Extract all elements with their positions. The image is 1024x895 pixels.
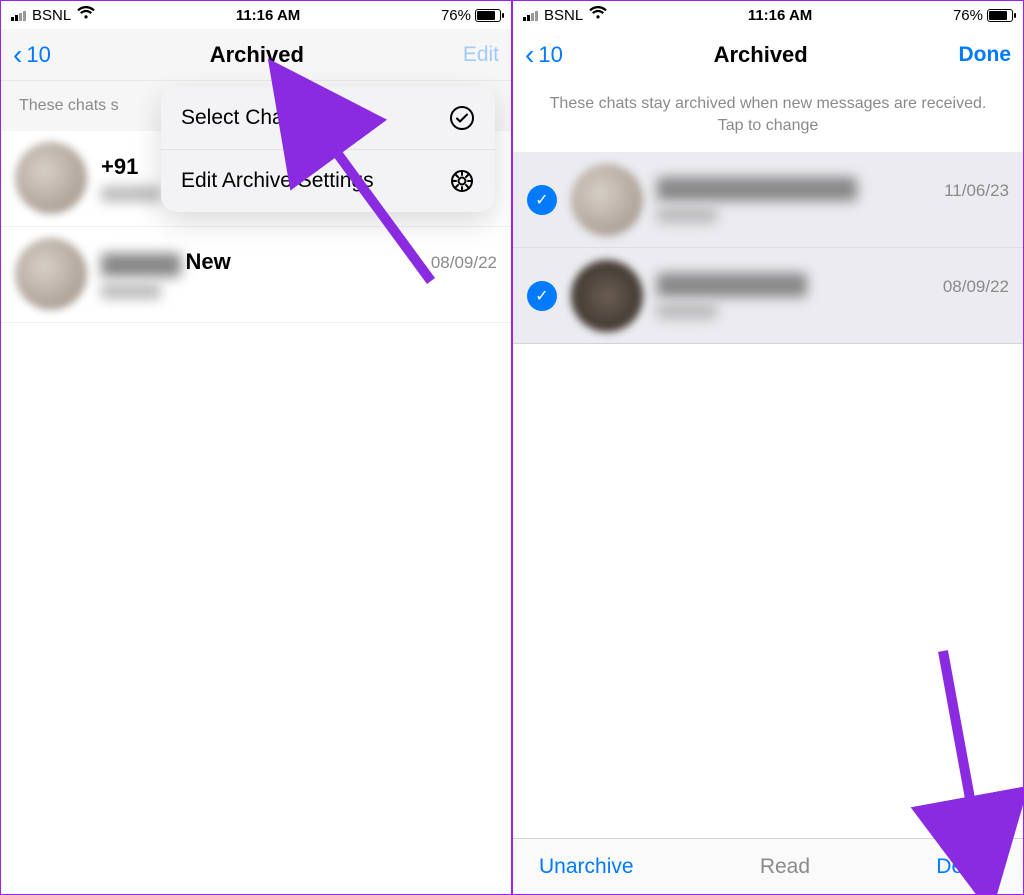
read-button[interactable]: Read [760,855,810,879]
selection-check-icon[interactable]: ✓ [527,281,557,311]
battery-icon [475,9,501,22]
chat-row[interactable]: ✓ 11/06/23 [513,152,1023,248]
phone-left: BSNL 11:16 AM 76% ‹ 10 Archived Edit [0,0,512,895]
status-time: 11:16 AM [748,7,812,24]
battery-icon [987,9,1013,22]
menu-item-label: Edit Archive Settings [181,169,374,193]
selection-check-icon[interactable]: ✓ [527,185,557,215]
status-bar: BSNL 11:16 AM 76% [1,1,511,29]
battery-pct: 76% [953,7,983,24]
back-button[interactable]: ‹ 10 [525,41,563,69]
avatar [571,260,643,332]
page-title: Archived [714,42,808,68]
chat-date: 11/06/23 [944,181,1009,201]
chat-preview [657,303,717,319]
chat-preview [657,207,717,223]
avatar [15,142,87,214]
archive-info-text[interactable]: These chats stay archived when new messa… [513,81,1023,152]
edit-button[interactable]: Edit [463,43,499,67]
nav-bar: ‹ 10 Archived Done [513,29,1023,81]
phone-right: BSNL 11:16 AM 76% ‹ 10 Archived Done [512,0,1024,895]
battery-pct: 76% [441,7,471,24]
menu-item-label: Select Chats [181,106,300,130]
chat-row[interactable]: ✓ 08/09/22 [513,248,1023,344]
back-count: 10 [26,42,50,68]
signal-bars-icon [523,9,538,21]
avatar [15,238,87,310]
chat-name-blurred [101,253,181,277]
chat-date: 08/09/22 [943,277,1009,297]
chat-name-blurred [657,273,807,297]
chat-name-blurred [657,177,857,201]
carrier-label: BSNL [32,7,71,24]
chevron-left-icon: ‹ [525,41,534,69]
menu-edit-archive-settings[interactable]: Edit Archive Settings [161,150,495,212]
chat-row[interactable]: New 08/09/22 [1,227,511,323]
dual-phone-canvas: BSNL 11:16 AM 76% ‹ 10 Archived Edit [0,0,1024,895]
chat-preview [101,186,161,202]
wifi-icon [589,6,607,24]
status-time: 11:16 AM [236,7,300,24]
selection-toolbar: Unarchive Read Delete [513,838,1023,894]
done-button[interactable]: Done [959,43,1012,67]
delete-button[interactable]: Delete [936,855,997,879]
unarchive-button[interactable]: Unarchive [539,855,634,879]
chat-name: +91 [101,154,138,180]
chat-preview [101,283,161,299]
wifi-icon [77,6,95,24]
page-title: Archived [210,42,304,68]
nav-bar: ‹ 10 Archived Edit [1,29,511,81]
check-circle-icon [449,105,475,131]
signal-bars-icon [11,9,26,21]
annotation-arrow [913,641,1024,856]
chat-list: ✓ 11/06/23 ✓ [513,152,1023,344]
back-button[interactable]: ‹ 10 [13,41,51,69]
carrier-label: BSNL [544,7,583,24]
chat-name: New [185,249,230,274]
menu-select-chats[interactable]: Select Chats [161,87,495,150]
status-bar: BSNL 11:16 AM 76% [513,1,1023,29]
edit-context-menu: Select Chats Edit Archive Settings [161,87,495,212]
chat-date: 08/09/22 [431,253,497,273]
avatar [571,164,643,236]
back-count: 10 [538,42,562,68]
chevron-left-icon: ‹ [13,41,22,69]
gear-icon [449,168,475,194]
